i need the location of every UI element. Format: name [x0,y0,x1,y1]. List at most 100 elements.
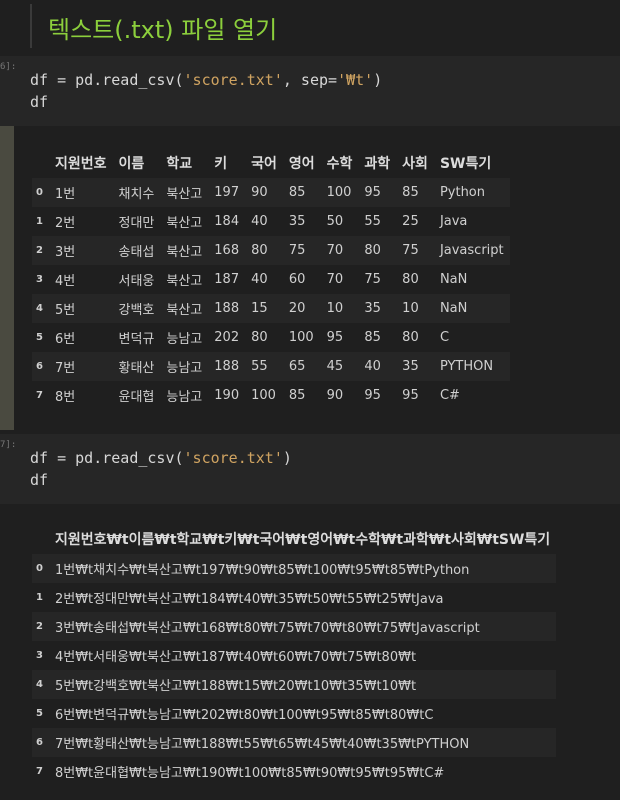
table-cell: NaN [439,301,468,316]
table-cell: 95 [364,388,381,403]
table-row: 4 5번 강백호 북산고 188 15 20 10 35 10 NaN [32,294,510,323]
code-string: '₩t' [337,71,374,89]
markdown-heading-cell[interactable]: 텍스트(.txt) 파일 열기 [0,0,620,52]
table-row: 1 2번 정대만 북산고 184 40 35 50 55 25 Java [32,207,510,236]
table-cell: 187 [214,272,240,287]
table-cell: 40 [251,272,268,287]
table-cell: 184 [214,214,240,229]
row-index: 3 [36,650,43,661]
table-header-row: 지원번호₩t이름₩t학교₩t키₩t국어₩t영어₩t수학₩t과학₩t사회₩tSW특… [32,524,556,554]
output-scroll-rail[interactable] [0,126,14,430]
table-cell: 95 [364,185,381,200]
table-cell: Java [439,214,468,229]
table-cell: 80 [251,330,268,345]
table-cell: Javascript [439,243,504,258]
table-cell: 80 [402,330,419,345]
table-cell: 75 [402,243,419,258]
table-cell: 35 [288,214,306,229]
code-line-1[interactable]: df = pd.read_csv('score.txt') [30,449,292,467]
table-cell: 197 [214,185,240,200]
table-cell: 서태웅 [118,274,155,289]
table-cell: 7번₩t황태산₩t능남고₩t188₩t55₩t65₩t45₩t40₩t35₩tP… [54,737,470,752]
table-cell: 북산고 [166,216,203,231]
table-cell: 188 [214,301,240,316]
table-row: 6 7번 황태산 능남고 188 55 65 45 40 35 PYTHON [32,352,510,381]
table-cell: 55 [364,214,381,229]
table-cell: 황태산 [118,361,155,376]
table-cell: 55 [251,359,268,374]
code-token: ) [373,71,383,89]
table-cell: 95 [402,388,419,403]
table-cell: 80 [364,243,381,258]
table-cell: 변덕규 [118,332,155,347]
page-title: 텍스트(.txt) 파일 열기 [48,16,278,44]
code-cell-1[interactable]: 6]: df = pd.read_csv('score.txt', sep='₩… [0,56,620,126]
table-cell: 10 [402,301,419,316]
table-cell: 70 [326,272,344,287]
table-cell: 채치수 [118,187,155,202]
row-index: 6 [36,737,43,748]
table-cell: 35 [364,301,381,316]
table-row: 4 5번₩t강백호₩t북산고₩t188₩t15₩t20₩t10₩t35₩t10₩t [32,670,557,699]
code-string: 'score.txt' [183,449,283,467]
table-cell: 85 [402,185,419,200]
column-header: 학교 [166,156,193,172]
row-index: 3 [36,274,43,285]
code-cell-2[interactable]: 7]: df = pd.read_csv('score.txt') df [0,434,620,504]
table-row: 6 7번₩t황태산₩t능남고₩t188₩t55₩t65₩t45₩t40₩t35₩t… [32,728,557,757]
row-index: 5 [36,708,43,719]
table-cell: 능남고 [166,390,203,405]
row-index: 4 [36,679,43,690]
table-cell: 90 [251,185,268,200]
table-cell: 1번 [54,187,76,202]
table-cell: 북산고 [166,303,203,318]
table-cell: 20 [288,301,306,316]
row-index: 5 [36,332,43,343]
table-row: 2 3번 송태섭 북산고 168 80 75 70 80 75 Javascript [32,236,510,265]
table-cell: 65 [288,359,306,374]
table-row: 0 1번₩t채치수₩t북산고₩t197₩t90₩t85₩t100₩t95₩t85₩… [32,554,557,583]
table-cell: 45 [326,359,344,374]
row-index: 7 [36,766,43,777]
table-cell: 6번 [54,332,76,347]
row-index: 7 [36,390,43,401]
cell-prompt: 7]: [0,440,17,450]
table-cell: 2번₩t정대만₩t북산고₩t184₩t40₩t35₩t50₩t55₩t25₩tJ… [54,592,444,607]
table-cell: 85 [364,330,381,345]
table-cell: 70 [326,243,344,258]
table-cell: 85 [288,185,306,200]
table-cell: 2번 [54,216,76,231]
code-line-2[interactable]: df [30,471,48,489]
table-cell: 4번 [54,274,76,289]
table-cell: C# [439,388,460,403]
code-line-1[interactable]: df = pd.read_csv('score.txt', sep='₩t') [30,71,382,89]
table-cell: 윤대협 [118,390,155,405]
table-cell: 북산고 [166,274,203,289]
table-row: 1 2번₩t정대만₩t북산고₩t184₩t40₩t35₩t50₩t55₩t25₩t… [32,583,557,612]
index-header [32,524,49,554]
table-row: 3 4번₩t서태웅₩t북산고₩t187₩t40₩t60₩t70₩t75₩t80₩t [32,641,557,670]
table-cell: 188 [214,359,240,374]
column-header: 영어 [288,156,315,172]
table-row: 7 8번 윤대협 능남고 190 100 85 90 95 95 C# [32,381,510,410]
row-index: 0 [36,563,43,574]
table-cell: 6번₩t변덕규₩t능남고₩t202₩t80₩t100₩t95₩t85₩t80₩t… [54,708,434,723]
table-row: 2 3번₩t송태섭₩t북산고₩t168₩t80₩t75₩t70₩t80₩t75₩t… [32,612,557,641]
row-index: 0 [36,187,43,198]
code-line-2[interactable]: df [30,93,48,111]
column-header: 이름 [118,156,145,172]
table-cell: NaN [439,272,468,287]
table-cell: 90 [326,388,344,403]
column-header: 사회 [402,156,428,172]
table-cell: 50 [326,214,344,229]
column-header: 과학 [364,156,391,172]
table-cell: 송태섭 [118,245,155,260]
table-cell: PYTHON [439,359,494,374]
table-cell: 1번₩t채치수₩t북산고₩t197₩t90₩t85₩t100₩t95₩t85₩t… [54,563,470,578]
table-cell: 능남고 [166,361,203,376]
table-cell: 40 [251,214,268,229]
column-header: SW특기 [439,156,492,172]
column-header: 국어 [251,156,277,172]
table-cell: 100 [251,388,276,403]
code-string: 'score.txt' [183,71,283,89]
